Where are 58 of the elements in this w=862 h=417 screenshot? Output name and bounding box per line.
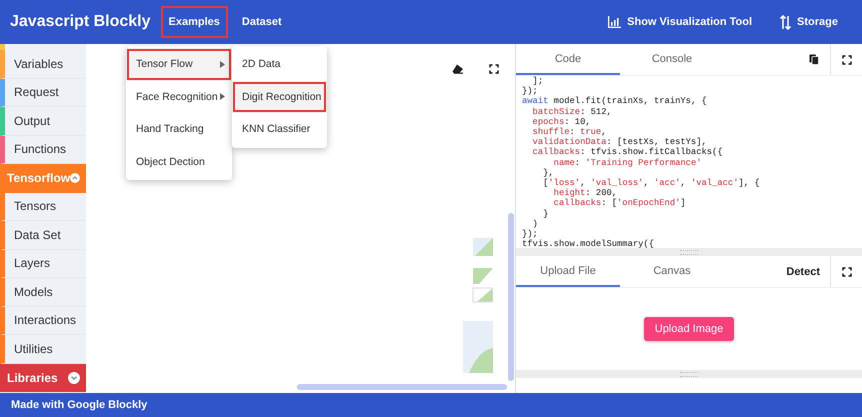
submenu-arrow-icon [220, 60, 225, 68]
app-title: Javascript Blockly [10, 13, 151, 31]
menu-item[interactable]: Hand Tracking [126, 113, 232, 146]
group-label: Tensorflow [7, 171, 70, 186]
header-action-button[interactable]: Show Visualization Tool [604, 12, 756, 32]
menu-item-label: Hand Tracking [136, 123, 204, 136]
fullscreen-icon [842, 266, 852, 276]
code-line: batchSize: 512, [532, 106, 613, 117]
menu-item[interactable]: Digit Recognition [232, 80, 327, 113]
code-line: validationData: [testXs, testYs], [532, 137, 708, 148]
code-line: }); [522, 229, 539, 240]
panel-tab[interactable]: Console [620, 44, 724, 75]
resize-handle[interactable] [516, 248, 862, 256]
panel-tab[interactable]: Code [516, 44, 620, 75]
group-label: Libraries [7, 370, 58, 385]
code-line: height: 200, [552, 188, 618, 198]
menu-item-label: Face Recognition [136, 90, 218, 103]
panel-tab[interactable]: Canvas [620, 256, 724, 287]
submenu-arrow-icon [220, 93, 225, 100]
upload-image-button[interactable]: Upload Image [644, 317, 734, 341]
panel-tab[interactable]: Upload File [516, 256, 620, 287]
menu-item[interactable]: Tensor Flow [126, 48, 232, 80]
expand-icon[interactable] [68, 372, 80, 384]
nav-link[interactable]: Dataset [234, 6, 290, 38]
bar-chart-icon [608, 16, 622, 28]
vertical-scrollbar[interactable] [508, 213, 514, 381]
menu-item[interactable]: Object Dection [126, 146, 232, 178]
code-line: ]; [532, 76, 544, 86]
sort-arrows-icon [780, 14, 792, 30]
menu-item[interactable]: 2D Data [232, 48, 327, 80]
code-line: callbacks: ['onEpochEnd'] [552, 198, 687, 209]
horizontal-scrollbar[interactable] [297, 384, 507, 390]
code-line: }, [542, 168, 555, 178]
header-action-button[interactable]: Storage [776, 10, 842, 34]
eraser-icon[interactable] [452, 64, 464, 74]
resize-handle[interactable] [516, 370, 862, 378]
nav-link[interactable]: Examples [160, 6, 228, 38]
fullscreen-icon [489, 64, 499, 74]
footer-text: Made with Google Blockly [11, 399, 148, 411]
code-line: tfvis.show.modelSummary({ [522, 239, 655, 248]
code-line: } [542, 208, 550, 219]
fullscreen-icon [842, 54, 852, 64]
menu-item[interactable]: Face Recognition [126, 80, 232, 113]
detect-button[interactable]: Detect [776, 256, 830, 287]
code-line: ['loss', 'val_loss', 'acc', 'val_acc'], { [542, 178, 761, 188]
code-line: name: 'Training Performance' [552, 158, 702, 168]
category-group-header[interactable]: Libraries [0, 364, 86, 392]
menu-item[interactable]: KNN Classifier [232, 113, 327, 146]
code-line: ) [532, 218, 539, 230]
code-line: epochs: 10, [532, 116, 592, 128]
code-line: await model.fit(trainXs, trainYs, { [522, 96, 708, 107]
code-line: callbacks: tfvis.show.fitCallbacks({ [532, 147, 724, 158]
collapse-icon[interactable] [70, 172, 80, 184]
menu-item-label: Tensor Flow [136, 58, 193, 70]
menu-item-label: Object Dection [136, 156, 205, 168]
code-line: shuffle: true, [532, 127, 608, 138]
code-line: }); [522, 86, 539, 96]
copy-icon [809, 54, 819, 65]
